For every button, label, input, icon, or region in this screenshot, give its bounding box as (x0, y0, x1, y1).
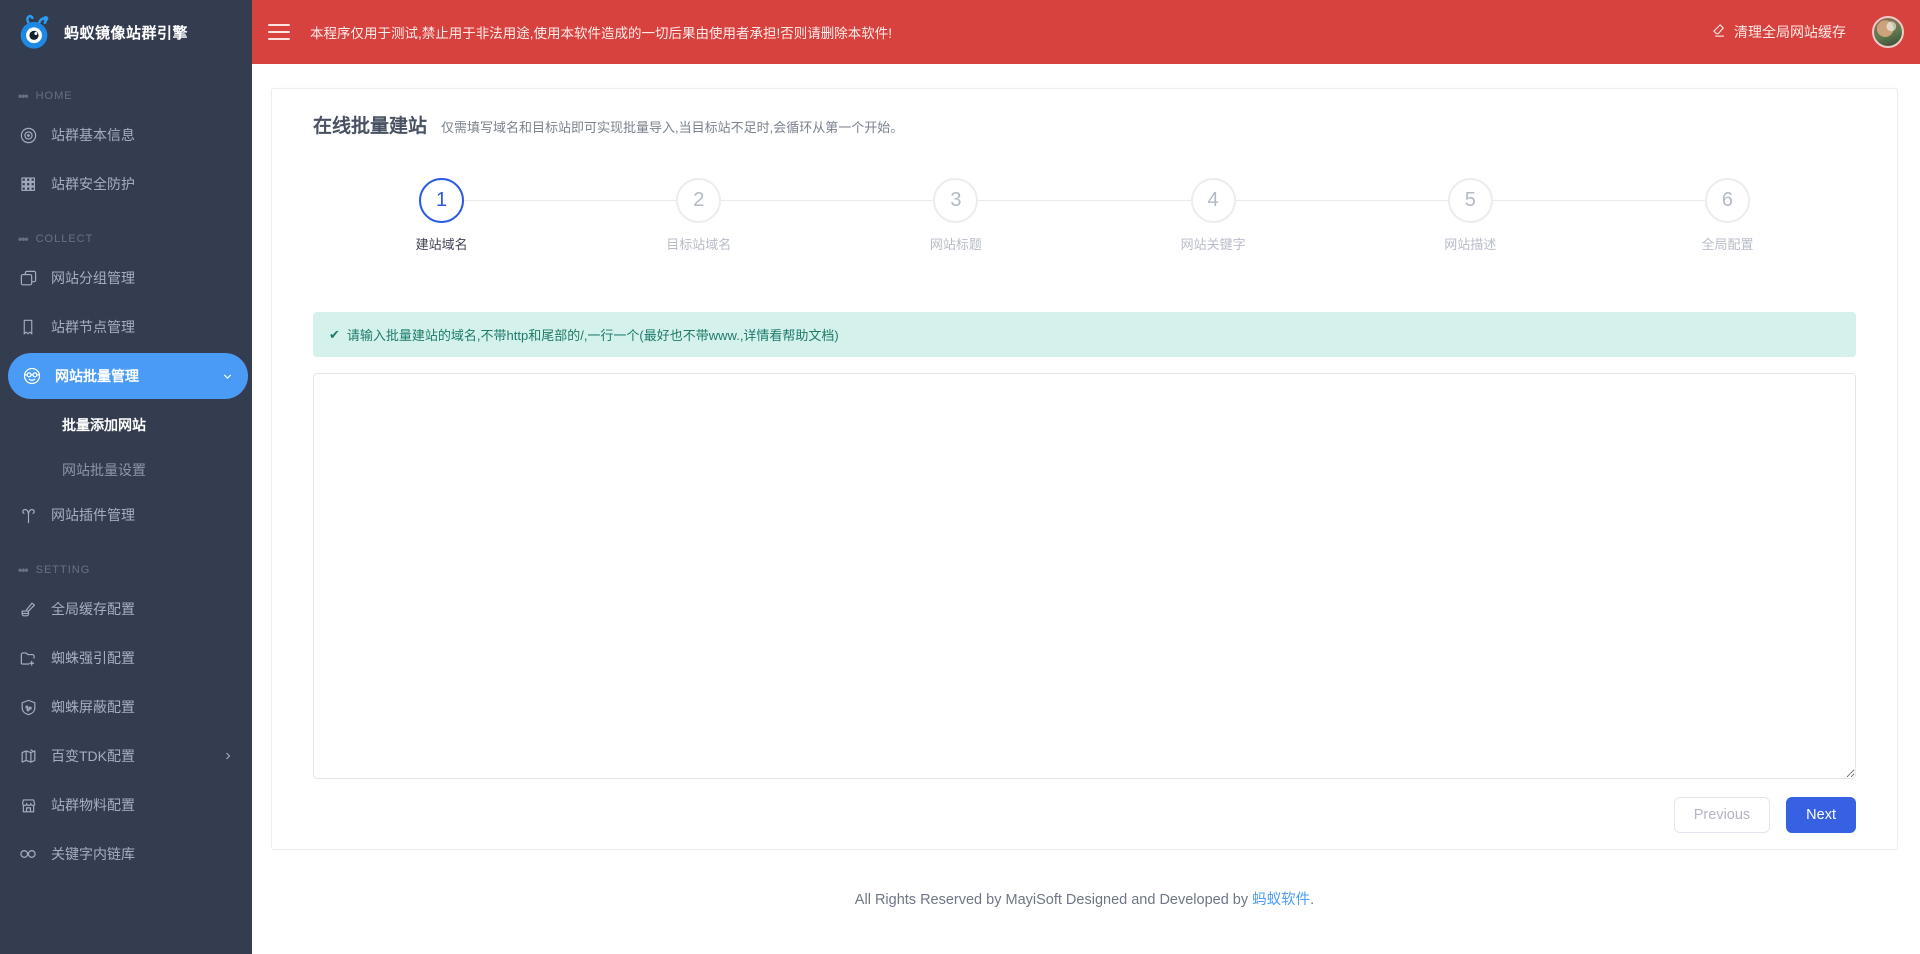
sidebar-item-site-groups[interactable]: 网站分组管理 (0, 255, 252, 301)
wizard-stepper: 1 建站域名 2 目标站域名 3 网站标题 4 网站关键字 5 网站描述 6 全… (313, 178, 1856, 270)
footer-text: All Rights Reserved by MayiSoft Designed… (854, 892, 1249, 908)
links-icon (18, 844, 38, 864)
plugin-icon (18, 505, 38, 525)
brush-icon (18, 599, 38, 619)
sidebar-subitem-batch-site-settings[interactable]: 网站批量设置 (0, 447, 252, 492)
brand[interactable]: 蚂蚁镜像站群引擎 (0, 0, 252, 64)
app-root: 蚂蚁镜像站群引擎 ••• HOME 站群基本信息 站群安全防护 ••• COLL… (0, 0, 1920, 954)
sidebar-item-site-batch-manage[interactable]: 网站批量管理 (8, 353, 248, 399)
sidebar-item-global-cache-config[interactable]: 全局缓存配置 (0, 586, 252, 632)
step-5-site-description[interactable]: 5 网站描述 (1342, 178, 1599, 253)
shield-icon (18, 697, 38, 717)
ellipsis-icon: ••• (18, 563, 29, 577)
sidebar-item-site-basic-info[interactable]: 站群基本信息 (0, 112, 252, 158)
ellipsis-icon: ••• (18, 232, 29, 246)
sidebar-item-keyword-link-library[interactable]: 关键字内链库 (0, 831, 252, 877)
footer: All Rights Reserved by MayiSoft Designed… (854, 892, 1315, 908)
sidebar-section-home: ••• HOME 站群基本信息 站群安全防护 (0, 78, 252, 207)
sidebar-subitem-batch-add-sites[interactable]: 批量添加网站 (0, 402, 252, 447)
topbar: 本程序仅用于测试,禁止用于非法用途,使用本软件造成的一切后果由使用者承担!否则请… (252, 0, 1920, 64)
ant-eye-logo-icon (14, 12, 54, 52)
badge-circle-icon (18, 125, 38, 145)
sidebar-item-site-material-config[interactable]: 站群物料配置 (0, 782, 252, 828)
sidebar-item-site-security[interactable]: 站群安全防护 (0, 161, 252, 207)
app-title: 蚂蚁镜像站群引擎 (64, 24, 189, 42)
menu-toggle-icon[interactable] (268, 24, 290, 40)
sidebar-section-collect: ••• COLLECT 网站分组管理 站群节点管理 网站批量管理 批量添加网站 … (0, 221, 252, 538)
domains-textarea[interactable] (313, 373, 1856, 779)
grid-icon (18, 174, 38, 194)
step-2-target-domain[interactable]: 2 目标站域名 (570, 178, 827, 253)
map-pen-icon (18, 746, 38, 766)
store-icon (18, 795, 38, 815)
batch-site-wizard-card: 在线批量建站 仅需填写域名和目标站即可实现批量导入,当目标站不足时,会循环从第一… (271, 88, 1898, 850)
card-header: 在线批量建站 仅需填写域名和目标站即可实现批量导入,当目标站不足时,会循环从第一… (313, 111, 1856, 138)
hint-alert-text: 请输入批量建站的域名,不带http和尾部的/,一行一个(最好也不带www.,详情… (346, 328, 839, 343)
ellipsis-icon: ••• (18, 89, 29, 103)
disclaimer-text: 本程序仅用于测试,禁止用于非法用途,使用本软件造成的一切后果由使用者承担!否则请… (310, 26, 893, 41)
section-label-setting: ••• SETTING (18, 563, 91, 577)
step-1-domain[interactable]: 1 建站域名 (313, 178, 570, 253)
sidebar: 蚂蚁镜像站群引擎 ••• HOME 站群基本信息 站群安全防护 ••• COLL… (0, 0, 252, 954)
sidebar-item-site-nodes[interactable]: 站群节点管理 (0, 304, 252, 350)
section-label-collect: ••• COLLECT (18, 232, 94, 246)
sidebar-item-site-plugins[interactable]: 网站插件管理 (0, 492, 252, 538)
eraser-icon (1712, 23, 1727, 41)
step-6-global-config[interactable]: 6 全局配置 (1599, 178, 1856, 253)
folder-plus-icon (18, 648, 38, 668)
section-label-home: ••• HOME (18, 89, 73, 103)
previous-button[interactable]: Previous (1673, 797, 1771, 833)
content-area: 在线批量建站 仅需填写域名和目标站即可实现批量导入,当目标站不足时,会循环从第一… (252, 64, 1920, 954)
sidebar-item-tdk-config[interactable]: 百变TDK配置 (0, 733, 252, 779)
sidebar-item-spider-pull-config[interactable]: 蜘蛛强引配置 (0, 635, 252, 681)
chevron-right-icon (222, 750, 234, 762)
footer-link[interactable]: 蚂蚁软件 (1252, 892, 1310, 908)
chevron-down-icon (221, 370, 234, 383)
main-area: 本程序仅用于测试,禁止用于非法用途,使用本软件造成的一切后果由使用者承担!否则请… (252, 0, 1920, 954)
page-subtitle: 仅需填写域名和目标站即可实现批量导入,当目标站不足时,会循环从第一个开始。 (441, 120, 904, 135)
step-3-site-title[interactable]: 3 网站标题 (827, 178, 1084, 253)
sidebar-item-spider-block-config[interactable]: 蜘蛛屏蔽配置 (0, 684, 252, 730)
next-button[interactable]: Next (1786, 797, 1856, 833)
page-title: 在线批量建站 (313, 116, 428, 137)
folders-icon (18, 268, 38, 288)
sidebar-section-setting: ••• SETTING 全局缓存配置 蜘蛛强引配置 蜘蛛屏蔽配置 百变TDK配置… (0, 552, 252, 877)
bookmark-icon (18, 317, 38, 337)
user-avatar[interactable] (1872, 16, 1904, 48)
hint-alert: ✔ 请输入批量建站的域名,不带http和尾部的/,一行一个(最好也不带www.,… (313, 312, 1856, 357)
check-icon: ✔ (329, 326, 340, 342)
step-4-site-keywords[interactable]: 4 网站关键字 (1085, 178, 1342, 253)
smiley-glasses-icon (22, 366, 42, 386)
clear-global-cache-button[interactable]: 清理全局网站缓存 (1712, 22, 1846, 42)
wizard-actions: Previous Next (313, 797, 1856, 833)
